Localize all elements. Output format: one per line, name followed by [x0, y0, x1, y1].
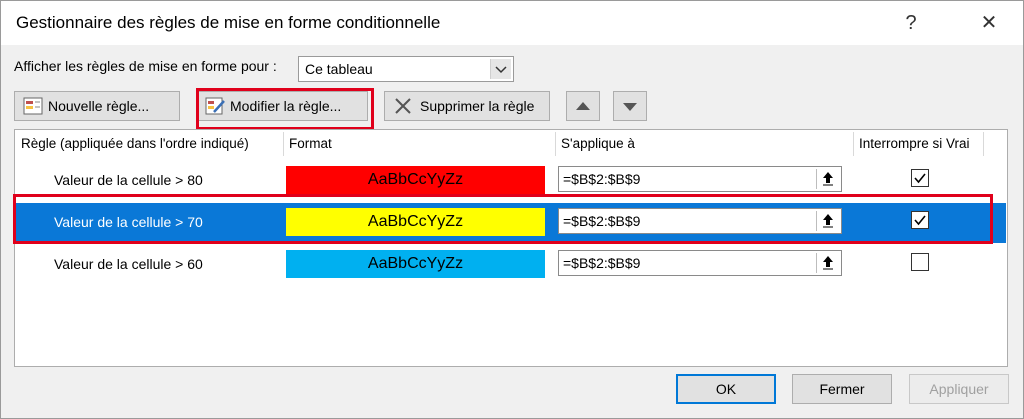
rules-table: Règle (appliquée dans l'ordre indiqué) F… [14, 129, 1008, 367]
help-button[interactable]: ? [896, 9, 926, 37]
applies-to-value: =$B$2:$B$9 [563, 171, 641, 187]
chevron-down-icon[interactable] [490, 59, 511, 79]
new-rule-button[interactable]: Nouvelle règle... [14, 91, 180, 121]
delete-rule-label: Supprimer la règle [420, 98, 535, 114]
stop-if-true-checkbox[interactable] [911, 169, 929, 187]
format-preview: AaBbCcYyZz [286, 166, 545, 194]
show-rules-value: Ce tableau [305, 61, 373, 77]
new-rule-label: Nouvelle règle... [48, 98, 150, 114]
header-format: Format [289, 136, 332, 151]
header-divider [983, 132, 984, 156]
triangle-down-icon [622, 100, 638, 116]
delete-icon [393, 97, 413, 115]
show-rules-dropdown[interactable]: Ce tableau [298, 56, 514, 82]
delete-rule-button[interactable]: Supprimer la règle [384, 91, 550, 121]
selected-row-highlight [13, 194, 993, 244]
move-down-button[interactable] [613, 91, 647, 121]
show-rules-label: Afficher les règles de mise en forme pou… [14, 58, 277, 74]
applies-to-value: =$B$2:$B$9 [563, 255, 641, 271]
header-rule: Règle (appliquée dans l'ordre indiqué) [21, 136, 249, 151]
edit-rule-highlight [196, 88, 374, 130]
ok-button[interactable]: OK [676, 374, 776, 404]
triangle-up-icon [575, 99, 591, 115]
close-button[interactable]: ✕ [974, 9, 1004, 37]
apply-button[interactable]: Appliquer [909, 374, 1009, 404]
rules-toolbar: Nouvelle règle... Modifier la règle... S… [14, 88, 1008, 128]
applies-to-field[interactable]: =$B$2:$B$9 [558, 166, 842, 192]
rule-row[interactable]: Valeur de la cellule > 60 AaBbCcYyZz =$B… [16, 245, 1006, 285]
stop-if-true-checkbox[interactable] [911, 253, 929, 271]
rule-description: Valeur de la cellule > 60 [54, 256, 203, 272]
format-preview: AaBbCcYyZz [286, 250, 545, 278]
range-select-icon[interactable] [816, 253, 839, 273]
range-select-icon[interactable] [816, 169, 839, 189]
title-bar: Gestionnaire des règles de mise en forme… [1, 1, 1023, 45]
move-up-button[interactable] [566, 91, 600, 121]
header-applies-to: S'applique à [561, 136, 635, 151]
rule-description: Valeur de la cellule > 80 [54, 172, 203, 188]
applies-to-field[interactable]: =$B$2:$B$9 [558, 250, 842, 276]
conditional-formatting-dialog: Gestionnaire des règles de mise en forme… [0, 0, 1024, 419]
new-rule-icon [23, 97, 43, 115]
header-stop-if-true: Interrompre si Vrai [859, 136, 970, 151]
close-dialog-button[interactable]: Fermer [792, 374, 892, 404]
dialog-title: Gestionnaire des règles de mise en forme… [16, 13, 441, 32]
